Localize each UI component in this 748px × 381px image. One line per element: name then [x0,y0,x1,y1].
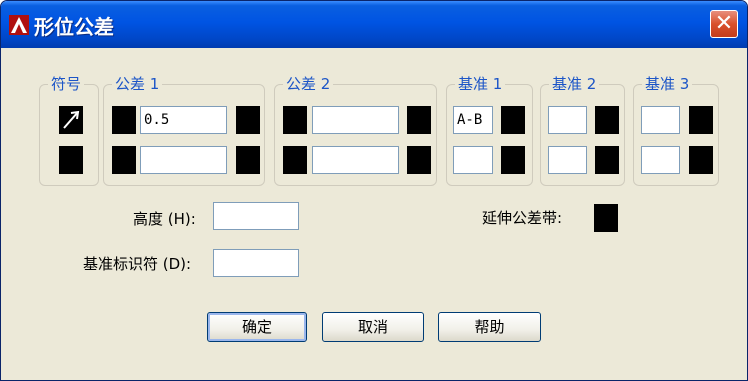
height-input[interactable] [213,202,299,230]
datum3-value-row2[interactable] [641,146,680,174]
datum1-value-row2[interactable] [453,146,493,174]
datum1-value-row1[interactable]: A-B [453,106,493,134]
datum1-material-row2-button[interactable] [501,146,525,174]
projected-zone-label: 延伸公差带: [482,209,563,227]
window-title: 形位公差 [34,15,114,39]
tolerance2-value-row1[interactable] [312,106,399,134]
symbol-row2-button[interactable] [59,146,83,174]
tolerance1-group-label: 公差 1 [112,75,163,93]
tolerance1-value-row2[interactable] [140,146,227,174]
tolerance1-diameter-row1-button[interactable] [112,106,136,134]
datum2-material-row2-button[interactable] [595,146,619,174]
tolerance1-diameter-row2-button[interactable] [112,146,136,174]
datum2-group-label: 基准 2 [549,75,600,93]
autocad-app-icon [9,15,29,35]
tolerance2-material-row1-button[interactable] [407,106,431,134]
tolerance2-diameter-row1-button[interactable] [283,106,307,134]
title-bar[interactable]: 形位公差 ✕ [1,1,747,48]
datum-identifier-input[interactable] [213,249,299,277]
close-icon: ✕ [714,11,734,36]
tolerance1-material-row2-button[interactable] [236,146,260,174]
tolerance2-material-row2-button[interactable] [407,146,431,174]
tolerance2-diameter-row2-button[interactable] [283,146,307,174]
help-button[interactable]: 帮助 [438,312,541,342]
ok-button[interactable]: 确定 [207,312,307,342]
datum2-material-row1-button[interactable] [595,106,619,134]
datum3-material-row2-button[interactable] [689,146,713,174]
symbol-group-label: 符号 [48,75,85,93]
close-button[interactable]: ✕ [710,10,738,38]
datum3-material-row1-button[interactable] [689,106,713,134]
tolerance2-group-label: 公差 2 [283,75,334,93]
geometric-tolerance-dialog: 形位公差 ✕ 符号 公差 1 0.5 公差 2 基准 1 A-B 基准 2 基准… [0,0,748,381]
projected-zone-toggle[interactable] [594,204,618,232]
angularity-symbol-icon [63,110,80,129]
tolerance2-value-row2[interactable] [312,146,399,174]
datum1-material-row1-button[interactable] [501,106,525,134]
symbol-row1-button[interactable] [59,106,83,134]
tolerance1-value-row1[interactable]: 0.5 [140,106,227,134]
cancel-button[interactable]: 取消 [322,312,424,342]
datum2-value-row1[interactable] [548,106,587,134]
datum3-value-row1[interactable] [641,106,680,134]
height-label: 高度 (H): [133,210,196,228]
tolerance1-material-row1-button[interactable] [236,106,260,134]
datum-identifier-label: 基准标识符 (D): [83,255,192,273]
datum2-value-row2[interactable] [548,146,587,174]
datum3-group-label: 基准 3 [642,75,693,93]
datum1-group-label: 基准 1 [455,75,506,93]
